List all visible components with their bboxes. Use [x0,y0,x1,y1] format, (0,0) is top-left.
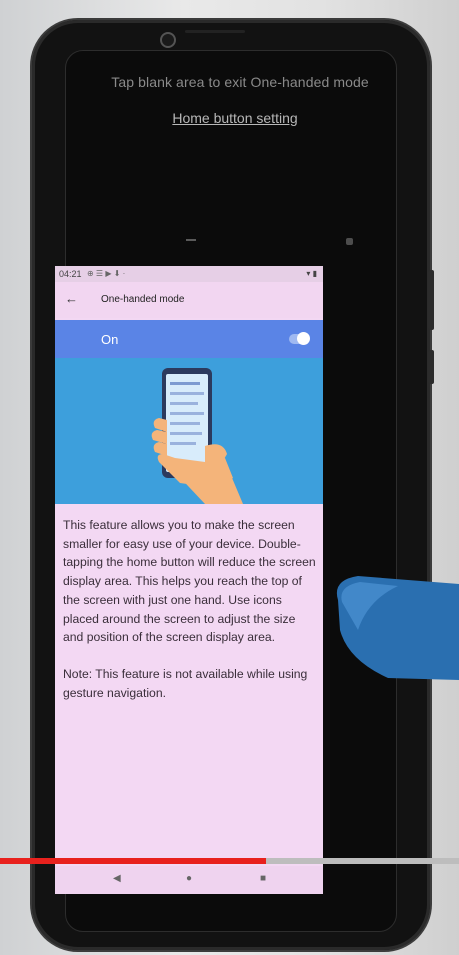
switch-label: On [101,332,119,347]
phone-side-button [428,270,434,330]
exit-one-handed-hint[interactable]: Tap blank area to exit One-handed mode [75,74,405,90]
page-title: One-handed mode [101,294,185,305]
phone-side-button [428,350,434,384]
signal-battery-icons: ▾ ▮ [306,269,317,278]
navigation-bar: ◀ ● ■ [55,866,323,894]
home-button-setting-link[interactable]: Home button setting [130,110,340,126]
description-paragraph: This feature allows you to make the scre… [63,518,316,645]
video-progress-fill [0,858,267,864]
note-paragraph: Note: This feature is not available whil… [63,666,308,700]
nav-recent-icon[interactable]: ■ [260,873,266,884]
back-arrow-icon[interactable]: ← [65,291,78,306]
notification-icons: ⊕ ☰ ▶ ⬇ · [87,269,126,278]
earpiece-speaker [185,30,245,33]
video-progress-bar[interactable] [0,858,459,864]
illustration-graphic [151,368,243,504]
toggle-knob [297,332,310,345]
app-bar: ← One-handed mode [55,282,323,318]
nav-back-icon[interactable]: ◀ [113,873,121,884]
resize-handle-icon[interactable] [346,238,353,245]
status-bar: 04:21 ⊕ ☰ ▶ ⬇ · ▾ ▮ [55,266,323,282]
feature-description: This feature allows you to make the scre… [63,516,317,720]
one-handed-screen: 04:21 ⊕ ☰ ▶ ⬇ · ▾ ▮ ← One-handed mode On [55,266,323,894]
pointing-finger-glove [336,576,459,680]
position-handle-icon[interactable] [186,239,196,241]
nav-home-icon[interactable]: ● [186,873,192,884]
front-camera-icon [160,32,176,48]
status-time: 04:21 [59,269,82,279]
one-handed-toggle[interactable] [289,332,310,345]
hand-holding-phone-illustration [55,358,323,504]
one-handed-switch-row[interactable]: On [55,320,323,358]
